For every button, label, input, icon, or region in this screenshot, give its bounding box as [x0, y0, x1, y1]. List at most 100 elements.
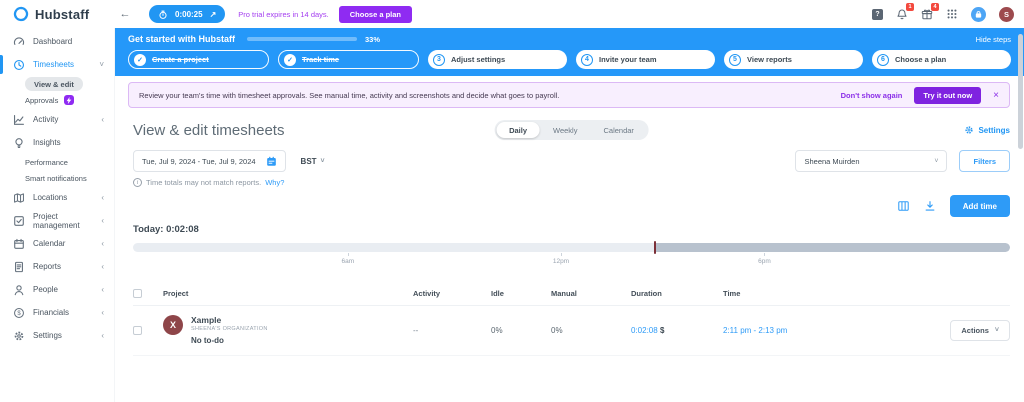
chevron-left-icon: ‹	[101, 331, 104, 340]
page-title: View & edit timesheets	[133, 121, 285, 139]
brand: Hubstaff	[0, 6, 115, 22]
tab-daily[interactable]: Daily	[496, 122, 541, 138]
download-icon	[924, 200, 936, 212]
dont-show-again-link[interactable]: Don't show again	[841, 91, 903, 100]
timezone-select[interactable]: BST ˅	[301, 157, 325, 166]
step-label: Adjust settings	[451, 55, 506, 64]
gear-icon	[964, 125, 974, 135]
sidebar-item-dashboard[interactable]: Dashboard	[0, 30, 114, 53]
clock-icon	[13, 59, 25, 71]
add-time-button[interactable]: Add time	[949, 195, 1010, 217]
table-header: Project Activity Idle Manual Duration Ti…	[133, 282, 1010, 306]
cell-activity: --	[413, 325, 419, 335]
sidebar-item-label: Smart notifications	[25, 173, 87, 183]
sidebar-item-performance[interactable]: Performance	[0, 154, 114, 170]
close-icon[interactable]: ×	[993, 90, 999, 101]
sidebar: Dashboard Timesheets ˅ View & edit Appro…	[0, 28, 115, 402]
step-invite-team[interactable]: 4 Invite your team	[576, 50, 715, 69]
controls-row: Tue, Jul 9, 2024 - Tue, Jul 9, 2024 BST …	[133, 150, 1010, 172]
project-name[interactable]: Xample	[191, 315, 268, 325]
step-adjust-settings[interactable]: 3 Adjust settings	[428, 50, 567, 69]
project-avatar: X	[163, 315, 183, 335]
hubstaff-logo-icon	[13, 6, 29, 22]
sidebar-item-timesheets[interactable]: Timesheets ˅	[0, 53, 114, 76]
sidebar-item-project-management[interactable]: Project management ‹	[0, 209, 114, 232]
sidebar-item-label: Financials	[33, 308, 70, 317]
step-view-reports[interactable]: 5 View reports	[724, 50, 863, 69]
date-range-picker[interactable]: Tue, Jul 9, 2024 - Tue, Jul 9, 2024	[133, 150, 286, 172]
timeline-tick	[560, 253, 562, 256]
member-value: Sheena Muirden	[804, 156, 860, 166]
sidebar-item-people[interactable]: People ‹	[0, 278, 114, 301]
sidebar-item-financials[interactable]: $ Financials ‹	[0, 301, 114, 324]
step-number: 6	[877, 53, 889, 66]
table-actions-row: Add time	[133, 195, 1010, 217]
step-label: Track time	[302, 55, 340, 64]
timeline-remaining	[653, 243, 1010, 252]
help-icon: ?	[872, 8, 883, 20]
duration-link[interactable]: 0:02:08	[631, 326, 658, 335]
lightbulb-icon	[13, 137, 25, 149]
sidebar-collapse-button[interactable]: ←	[117, 6, 133, 22]
sidebar-item-smart-notifications[interactable]: Smart notifications	[0, 170, 114, 186]
columns-button[interactable]	[897, 200, 910, 212]
timeline-bar[interactable]	[133, 243, 1010, 252]
filters-button[interactable]: Filters	[959, 150, 1010, 172]
row-actions-button[interactable]: Actions ˅	[950, 319, 1010, 341]
why-link[interactable]: Why?	[265, 178, 284, 187]
user-avatar[interactable]: S	[999, 6, 1014, 22]
hide-steps-link[interactable]: Hide steps	[976, 35, 1011, 44]
timer-widget[interactable]: 0:00:25 ↗	[149, 5, 226, 23]
scrollbar-thumb[interactable]	[1018, 34, 1023, 149]
timeline-label-6pm: 6pm	[758, 258, 771, 265]
sidebar-item-calendar[interactable]: Calendar ‹	[0, 232, 114, 255]
lock-icon	[974, 10, 983, 19]
step-create-project[interactable]: ✓ Create a project	[128, 50, 269, 69]
select-all-checkbox[interactable]	[133, 289, 142, 298]
organization-avatar[interactable]	[971, 6, 986, 22]
info-icon: i	[133, 178, 142, 187]
sidebar-item-label: Reports	[33, 262, 62, 271]
col-duration: Duration	[631, 289, 662, 298]
sidebar-item-approvals[interactable]: Approvals	[0, 92, 114, 108]
activity-chart-icon	[13, 114, 25, 126]
date-range-value: Tue, Jul 9, 2024 - Tue, Jul 9, 2024	[142, 156, 256, 166]
member-select[interactable]: Sheena Muirden ˅	[795, 150, 948, 172]
tab-calendar[interactable]: Calendar	[590, 122, 646, 138]
help-button[interactable]: ?	[872, 8, 883, 20]
cell-time-span[interactable]: 2:11 pm - 2:13 pm	[723, 326, 940, 335]
sidebar-item-insights[interactable]: Insights	[0, 131, 114, 154]
svg-text:$: $	[17, 311, 21, 317]
day-timeline: 6am 12pm 6pm	[133, 241, 1010, 269]
sidebar-item-settings[interactable]: Settings ‹	[0, 324, 114, 347]
topbar: Hubstaff ← 0:00:25 ↗ Pro trial expires i…	[0, 0, 1024, 28]
sidebar-item-locations[interactable]: Locations ‹	[0, 186, 114, 209]
row-checkbox[interactable]	[133, 325, 142, 335]
notifications-button[interactable]: 1	[896, 2, 914, 21]
step-track-time[interactable]: ✓ Track time	[278, 50, 419, 69]
open-tracker-icon[interactable]: ↗	[210, 10, 217, 19]
sidebar-item-activity[interactable]: Activity ‹	[0, 108, 114, 131]
rewards-button[interactable]: 4	[921, 2, 939, 21]
upgrade-bolt-badge	[64, 95, 75, 105]
timesheet-settings-link[interactable]: Settings	[964, 125, 1010, 135]
sidebar-item-view-edit[interactable]: View & edit	[0, 76, 114, 92]
step-choose-plan[interactable]: 6 Choose a plan	[872, 50, 1011, 69]
tab-weekly[interactable]: Weekly	[540, 122, 590, 138]
col-time: Time	[723, 289, 741, 298]
step-label: View reports	[747, 55, 792, 64]
col-idle: Idle	[491, 289, 504, 298]
chevron-left-icon: ‹	[101, 115, 104, 124]
step-label: Invite your team	[599, 55, 657, 64]
download-button[interactable]	[924, 200, 936, 212]
sidebar-item-reports[interactable]: Reports ‹	[0, 255, 114, 278]
settings-label: Settings	[978, 125, 1010, 135]
timeline-tick	[764, 253, 766, 256]
chevron-left-icon: ‹	[101, 308, 104, 317]
chevron-down-icon: ˅	[934, 157, 939, 165]
cell-idle: 0%	[491, 325, 503, 335]
apps-menu-button[interactable]	[946, 8, 958, 20]
choose-plan-button[interactable]: Choose a plan	[338, 5, 413, 23]
try-it-out-button[interactable]: Try it out now	[914, 86, 982, 104]
page-header: View & edit timesheets Daily Weekly Cale…	[133, 117, 1010, 143]
